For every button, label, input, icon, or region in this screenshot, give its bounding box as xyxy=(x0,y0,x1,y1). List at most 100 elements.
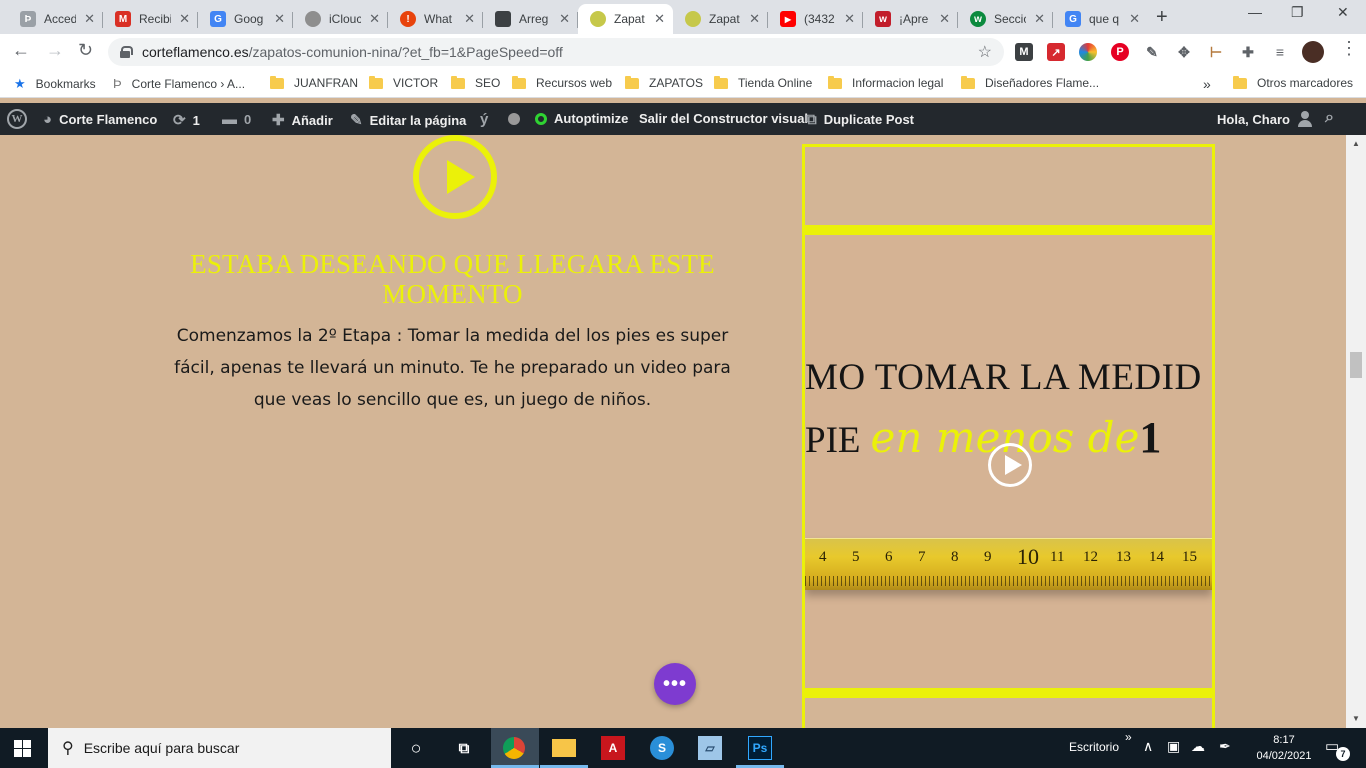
new-tab-button[interactable]: + xyxy=(1156,6,1168,29)
tab-close-icon[interactable]: ✕ xyxy=(369,11,380,27)
forward-button[interactable]: → xyxy=(46,40,64,61)
wp-autoptimize[interactable]: Autoptimize xyxy=(535,111,628,126)
extension-arrow-icon[interactable]: ↗ xyxy=(1047,43,1065,61)
video-player[interactable]: MO TOMAR LA MEDID PIE en menos de1 4 5 6 7 8 9… xyxy=(805,236,1212,688)
bookmark-folder[interactable]: ZAPATOS xyxy=(625,75,703,90)
minimize-button[interactable]: — xyxy=(1248,4,1262,20)
comments-count: 0 xyxy=(244,112,252,127)
bookmarks-overflow-button[interactable]: » xyxy=(1203,76,1211,92)
close-window-button[interactable]: ✕ xyxy=(1337,4,1349,21)
tray-chevron-icon[interactable]: ∧ xyxy=(1143,738,1153,755)
notepad-icon[interactable]: ▱ xyxy=(698,736,722,760)
taskbar-clock[interactable]: 8:17 04/02/2021 xyxy=(1256,732,1312,764)
restore-button[interactable]: ❐ xyxy=(1291,4,1304,21)
bookmark-folder[interactable]: Recursos web xyxy=(512,75,612,90)
other-bookmarks-folder[interactable]: Otros marcadores xyxy=(1233,75,1353,90)
tab-close-icon[interactable]: ✕ xyxy=(84,11,95,27)
profile-avatar[interactable] xyxy=(1302,41,1324,63)
play-icon[interactable] xyxy=(413,135,497,219)
tray-device-icon[interactable]: ▣ xyxy=(1167,738,1180,755)
wp-add-new[interactable]: ✚ Añadir xyxy=(272,111,333,129)
tab-close-icon[interactable]: ✕ xyxy=(1129,11,1140,27)
pen-workspace-icon[interactable]: ✒ xyxy=(1219,738,1231,755)
address-bar[interactable]: corteflamenco.es/zapatos-comunion-nina/?… xyxy=(108,38,1004,66)
tab-close-icon[interactable]: ✕ xyxy=(749,11,760,27)
chrome-icon[interactable] xyxy=(503,737,525,759)
duplicate-post-button[interactable]: ⧉ Duplicate Post xyxy=(806,111,914,128)
media-control-icon[interactable]: ≡ xyxy=(1271,43,1289,61)
browser-tab[interactable]: iClouc ✕ xyxy=(293,4,388,34)
board-icon xyxy=(495,11,511,27)
taskbar-search[interactable]: ⚲ Escribe aquí para buscar xyxy=(48,728,391,768)
browser-tab[interactable]: Zapat ✕ xyxy=(673,4,768,34)
wp-edit-page[interactable]: ✎ Editar la página xyxy=(350,111,466,129)
back-button[interactable]: ← xyxy=(12,40,30,61)
folder-icon xyxy=(512,75,526,89)
photoshop-icon[interactable]: Ps xyxy=(748,736,772,760)
wordpress-logo-icon[interactable]: W xyxy=(7,109,27,129)
tab-close-icon[interactable]: ✕ xyxy=(179,11,190,27)
add-new-label: Añadir xyxy=(291,112,333,128)
bookmark-folder[interactable]: JUANFRAN xyxy=(270,75,358,90)
browser-tab[interactable]: Þ Acced ✕ xyxy=(8,4,103,34)
extension-color-wheel-icon[interactable] xyxy=(1079,43,1097,61)
bookmark-star-icon[interactable]: ☆ xyxy=(978,42,992,62)
acrobat-icon[interactable]: A xyxy=(601,736,625,760)
bookmark-folder[interactable]: Diseñadores Flame... xyxy=(961,75,1099,90)
bookmark-item[interactable]: ★ Bookmarks xyxy=(14,76,96,92)
windows-start-icon[interactable] xyxy=(14,740,31,757)
browser-tab[interactable]: Arreg ✕ xyxy=(483,4,578,34)
browser-tab[interactable]: G Goog ✕ xyxy=(198,4,293,34)
scroll-down-icon[interactable]: ▼ xyxy=(1352,714,1360,723)
bookmark-folder[interactable]: Tienda Online xyxy=(714,75,812,90)
browser-tab[interactable]: G que q ✕ xyxy=(1053,4,1148,34)
browser-tab[interactable]: w Seccio ✕ xyxy=(958,4,1053,34)
move-icon[interactable]: ✥ xyxy=(1175,43,1193,61)
bookmark-label: SEO xyxy=(475,76,501,90)
wp-comments[interactable]: ▬ 0 xyxy=(222,111,251,128)
pinterest-icon[interactable]: P xyxy=(1111,43,1129,61)
bookmark-folder[interactable]: VICTOR xyxy=(369,75,438,90)
yoast-seo-icon[interactable]: ý xyxy=(480,111,488,128)
tab-close-icon[interactable]: ✕ xyxy=(1034,11,1045,27)
browser-tab-active[interactable]: Zapat ✕ xyxy=(578,4,673,34)
wp-site-name[interactable]: ◕ Corte Flamenco xyxy=(43,111,157,128)
eyedropper-icon[interactable]: ✎ xyxy=(1143,43,1161,61)
extensions-puzzle-icon[interactable]: ✚ xyxy=(1239,43,1257,61)
tab-label: iClouc xyxy=(329,12,361,26)
skype-icon[interactable]: S xyxy=(650,736,674,760)
bookmark-folder[interactable]: SEO xyxy=(451,75,501,90)
browser-tab[interactable]: ▶ (3432 ✕ xyxy=(768,4,863,34)
wp-account-menu[interactable]: Hola, Charo xyxy=(1217,111,1312,127)
chrome-menu-icon[interactable]: ⋮ xyxy=(1340,38,1358,59)
bookmark-item[interactable]: Þ Corte Flamenco › A... xyxy=(113,76,245,91)
tab-close-icon[interactable]: ✕ xyxy=(559,11,570,27)
onedrive-cloud-icon[interactable]: ☁ xyxy=(1191,738,1205,755)
tab-close-icon[interactable]: ✕ xyxy=(844,11,855,27)
search-icon[interactable]: ⌕ xyxy=(1325,109,1334,127)
wp-updates[interactable]: ⟳ 1 xyxy=(173,111,200,129)
tab-close-icon[interactable]: ✕ xyxy=(654,11,665,27)
tab-close-icon[interactable]: ✕ xyxy=(939,11,950,27)
ruler-icon[interactable]: ⊢ xyxy=(1207,43,1225,61)
page-scrollbar[interactable]: ▲ ▼ xyxy=(1346,135,1366,728)
tab-close-icon[interactable]: ✕ xyxy=(274,11,285,27)
builder-settings-button[interactable]: ••• xyxy=(654,663,696,705)
task-view-icon[interactable]: ⧉ xyxy=(452,736,476,760)
scrollbar-thumb[interactable] xyxy=(1350,352,1362,378)
exit-visual-builder-button[interactable]: Salir del Constructor visual xyxy=(639,111,808,126)
tab-close-icon[interactable]: ✕ xyxy=(464,11,475,27)
desktop-toolbar-label[interactable]: Escritorio xyxy=(1069,740,1119,754)
bookmark-folder[interactable]: Informacion legal xyxy=(828,75,943,90)
toolbar-expand-icon[interactable]: » xyxy=(1125,730,1132,744)
file-explorer-icon[interactable] xyxy=(552,739,576,757)
video-play-icon[interactable] xyxy=(988,443,1032,487)
scroll-up-icon[interactable]: ▲ xyxy=(1352,139,1360,148)
extension-m-icon[interactable]: M xyxy=(1015,43,1033,61)
browser-tab[interactable]: ! What ✕ xyxy=(388,4,483,34)
browser-tab[interactable]: w ¡Apre ✕ xyxy=(863,4,958,34)
reload-button[interactable]: ↻ xyxy=(78,40,93,61)
cortana-icon[interactable]: ○ xyxy=(404,736,428,760)
lock-icon[interactable] xyxy=(120,46,133,58)
browser-tab[interactable]: M Recibi ✕ xyxy=(103,4,198,34)
